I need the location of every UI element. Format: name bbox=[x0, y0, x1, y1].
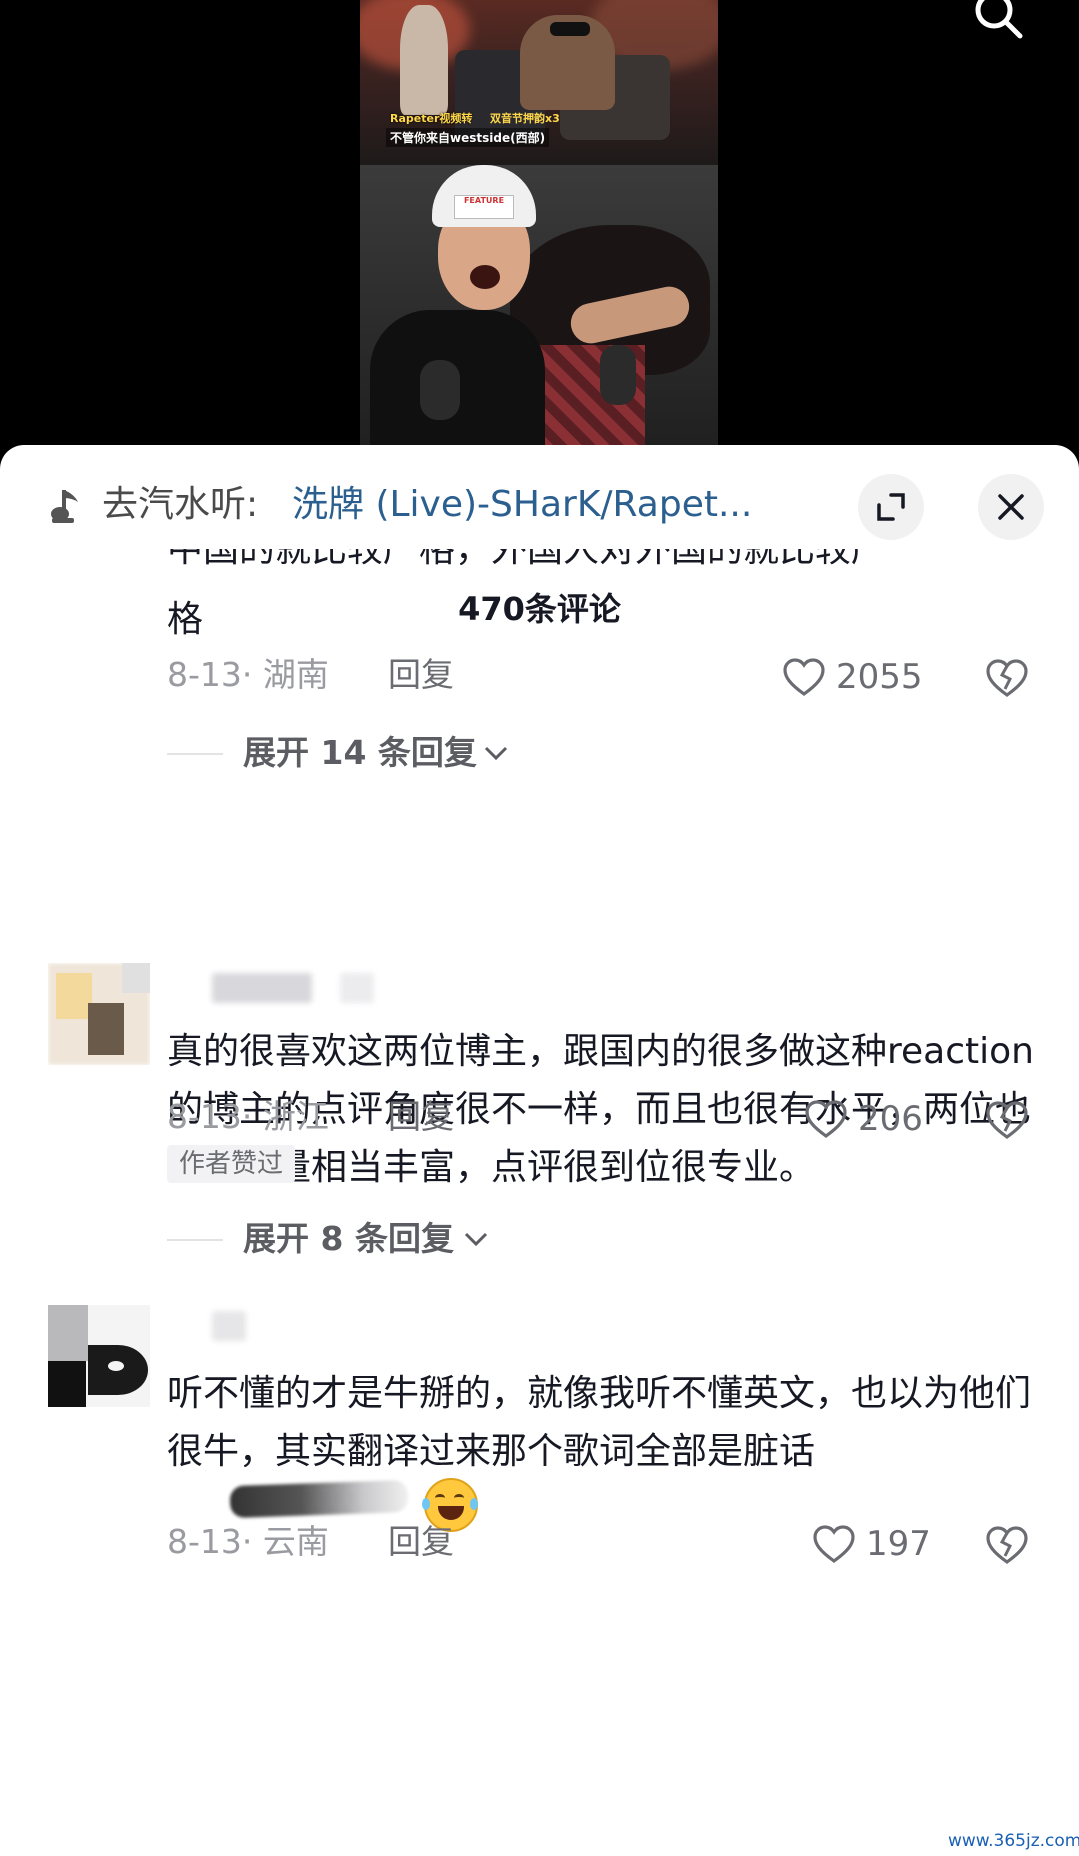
redaction-scribble bbox=[229, 1479, 409, 1519]
expand-replies-label: 展开 14 条回复 bbox=[243, 733, 477, 772]
comment-text-clipped: 中国的就比较严格，外国人对外国的就比较严 bbox=[167, 549, 888, 570]
music-source-label: 去汽水听: bbox=[102, 484, 259, 525]
divider bbox=[167, 753, 223, 755]
music-note-icon bbox=[51, 490, 78, 523]
video-caption-left: Rapeter视频转 bbox=[390, 112, 473, 125]
video-subtitle: 不管你来自westside(西部) bbox=[386, 128, 550, 147]
video-clip-stage: Rapeter视频转 双音节押韵x3 不管你来自westside(西部) bbox=[360, 0, 718, 165]
search-icon[interactable] bbox=[968, 0, 1026, 44]
username-obscured bbox=[212, 973, 312, 1003]
site-watermark: www.365jz.com bbox=[948, 1826, 1079, 1856]
broken-heart-icon[interactable] bbox=[985, 1099, 1029, 1141]
username-obscured bbox=[212, 1311, 246, 1341]
heart-icon[interactable] bbox=[804, 1099, 848, 1139]
chevron-down-icon bbox=[464, 1232, 488, 1247]
broken-heart-icon[interactable] bbox=[985, 657, 1029, 699]
heart-icon[interactable] bbox=[812, 1524, 856, 1564]
comment-date-region: 8-13· 湖南 bbox=[167, 655, 329, 694]
like-count: 2055 bbox=[836, 657, 923, 697]
reply-button[interactable]: 回复 bbox=[388, 653, 454, 697]
video-clip-reaction: FEATURE bbox=[360, 165, 718, 445]
expand-button[interactable] bbox=[858, 474, 924, 540]
close-icon bbox=[998, 494, 1024, 520]
comment-text: 格 bbox=[167, 599, 204, 640]
video-caption-right: 双音节押韵x3 bbox=[490, 112, 560, 125]
like-count: 197 bbox=[866, 1524, 931, 1564]
like-count: 206 bbox=[858, 1099, 923, 1139]
beanie-patch: FEATURE bbox=[454, 195, 514, 219]
reply-button[interactable]: 回复 bbox=[388, 1095, 454, 1139]
avatar[interactable] bbox=[48, 963, 150, 1065]
chevron-down-icon bbox=[484, 746, 508, 761]
comment-sheet: 去汽水听: 洗牌 (Live)-SHarK/Rapet... 470条评论 中国… bbox=[0, 445, 1079, 1856]
close-button[interactable] bbox=[978, 474, 1044, 540]
username-obscured bbox=[340, 973, 374, 1003]
reply-button[interactable]: 回复 bbox=[388, 1520, 454, 1564]
avatar[interactable] bbox=[48, 1305, 150, 1407]
music-bar[interactable]: 去汽水听: 洗牌 (Live)-SHarK/Rapet... bbox=[0, 445, 1079, 565]
expand-replies-label: 展开 8 条回复 bbox=[243, 1219, 454, 1258]
author-liked-badge: 作者赞过 bbox=[167, 1145, 296, 1183]
music-title-link[interactable]: 洗牌 (Live)-SHarK/Rapet... bbox=[292, 483, 804, 527]
video-player[interactable]: Rapeter视频转 双音节押韵x3 不管你来自westside(西部) FEA… bbox=[0, 0, 1079, 445]
expand-replies-button[interactable]: 展开 14 条回复 bbox=[167, 731, 567, 775]
comment-date-region: 8-13· 浙江 bbox=[167, 1097, 329, 1136]
broken-heart-icon[interactable] bbox=[985, 1524, 1029, 1566]
comment-date-region: 8-13· 云南 bbox=[167, 1522, 329, 1561]
expand-icon bbox=[877, 493, 905, 521]
expand-replies-button[interactable]: 展开 8 条回复 bbox=[167, 1217, 567, 1261]
heart-icon[interactable] bbox=[782, 657, 826, 697]
divider bbox=[167, 1239, 223, 1241]
